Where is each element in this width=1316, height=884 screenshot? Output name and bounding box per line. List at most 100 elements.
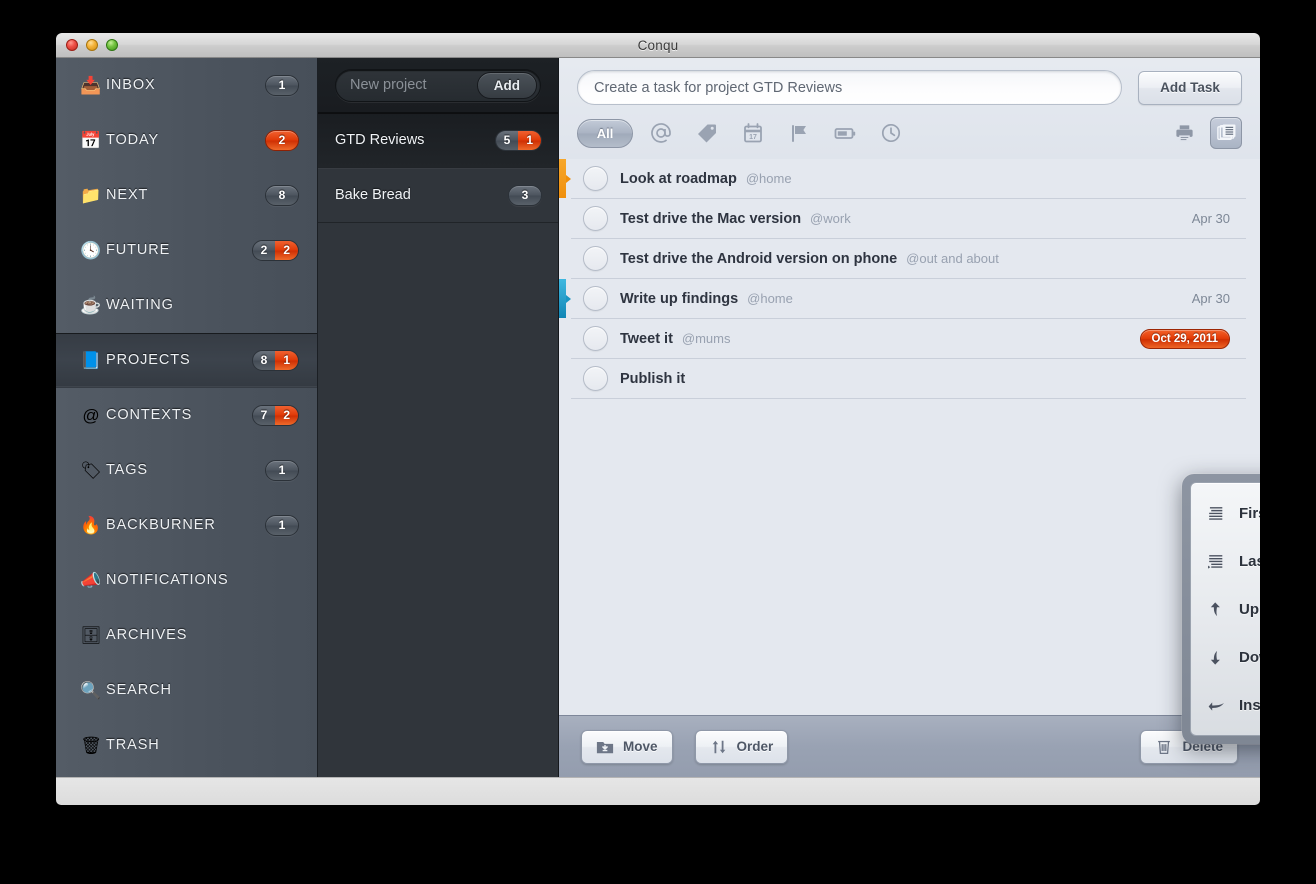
task-title: Tweet it: [620, 330, 673, 347]
sidebar-item-label: NEXT: [106, 187, 149, 203]
sidebar-item-notifications[interactable]: 📣 NOTIFICATIONS: [56, 553, 317, 608]
order-menu-item-insertafter[interactable]: Insert after...: [1191, 681, 1260, 729]
projects-panel: New project Add GTD Reviews 5 1 Bake Bread 3: [318, 58, 559, 777]
order-menu-item-label: Last: [1239, 552, 1260, 570]
move-button-label: Move: [623, 739, 658, 754]
badge-count-due: 2: [275, 405, 298, 425]
sidebar-item-label: TRASH: [106, 737, 160, 753]
tag-icon[interactable]: [689, 119, 725, 147]
project-list-item[interactable]: GTD Reviews 5 1: [318, 113, 558, 168]
order-popover: First Last Up Down Insert after...: [1182, 474, 1260, 744]
move-button[interactable]: Move: [581, 729, 673, 764]
badge-count-total: 2: [252, 240, 276, 260]
task-row[interactable]: Write up findings @home Apr 30: [559, 279, 1246, 319]
sidebar-item-projects[interactable]: 📘 PROJECTS 8 1: [56, 333, 317, 388]
task-context: @mums: [681, 331, 731, 346]
task-flag-marker: [559, 279, 571, 318]
badge-count-due: 1: [275, 350, 298, 370]
calendar-icon[interactable]: 17: [735, 119, 771, 147]
badge-count-due: 1: [518, 130, 541, 150]
project-name: Bake Bread: [335, 187, 411, 203]
project-list-item[interactable]: Bake Bread 3: [318, 168, 558, 223]
main-toolbar: Create a task for project GTD Reviews Ad…: [559, 58, 1260, 159]
task-row[interactable]: Test drive the Android version on phone @…: [571, 239, 1246, 279]
trash-can-icon: [1155, 737, 1173, 756]
flame-icon: 🔥: [80, 515, 102, 535]
task-checkbox[interactable]: [583, 326, 608, 351]
magnifier-icon: 🔍: [80, 680, 102, 700]
task-checkbox[interactable]: [583, 286, 608, 311]
sidebar-item-search[interactable]: 🔍 SEARCH: [56, 663, 317, 718]
task-row[interactable]: Look at roadmap @home: [559, 159, 1246, 199]
sidebar-item-label: NOTIFICATIONS: [106, 572, 229, 588]
clock-icon[interactable]: [873, 119, 909, 147]
badge-count-total: 8: [252, 350, 276, 370]
clock-icon: 🕓: [80, 240, 102, 260]
sidebar-item-contexts[interactable]: @ CONTEXTS 7 2: [56, 388, 317, 443]
create-task-input[interactable]: Create a task for project GTD Reviews: [577, 70, 1122, 105]
create-task-placeholder: Create a task for project GTD Reviews: [594, 79, 843, 96]
status-badge: 72: [251, 404, 299, 426]
app-window: Conqu 📥 INBOX 1 📅 TODAY 2 📁 NEXT 8 🕓 FUTURE 2 2 ☕ WAIT…: [56, 33, 1260, 805]
zoom-button[interactable]: [106, 39, 118, 51]
project-name: GTD Reviews: [335, 132, 425, 148]
new-project-field[interactable]: New project Add: [335, 68, 541, 102]
order-menu-item-label: Down: [1239, 648, 1260, 666]
badge-count-total: 5: [495, 130, 519, 150]
task-context: @out and about: [906, 251, 999, 266]
flag-icon[interactable]: [781, 119, 817, 147]
add-task-button[interactable]: Add Task: [1138, 70, 1242, 105]
archive-box-icon: 🗄: [80, 625, 102, 645]
task-row[interactable]: Tweet it @mums Oct 29, 2011: [571, 319, 1246, 359]
order-button[interactable]: Order: [694, 729, 789, 764]
window-titlebar: Conqu: [56, 33, 1260, 58]
task-checkbox[interactable]: [583, 246, 608, 271]
task-checkbox[interactable]: [583, 166, 608, 191]
status-badge: 81: [251, 349, 299, 371]
sidebar-item-waiting[interactable]: ☕ WAITING: [56, 278, 317, 333]
status-badge: 2: [265, 129, 299, 151]
sidebar-item-archives[interactable]: 🗄 ARCHIVES: [56, 608, 317, 663]
status-badge: 3: [508, 184, 542, 206]
minimize-button[interactable]: [86, 39, 98, 51]
task-title: Write up findings: [620, 290, 739, 307]
sidebar-item-future[interactable]: 🕓 FUTURE 2 2: [56, 223, 317, 278]
sidebar-badge-wrap: 1: [265, 459, 299, 481]
order-menu-item-first[interactable]: First: [1191, 489, 1260, 537]
folder-bookmark-icon: 📁: [80, 185, 102, 205]
filter-all-button[interactable]: All: [577, 118, 633, 148]
battery-icon[interactable]: [827, 119, 863, 147]
status-badge: 1: [265, 514, 299, 536]
sidebar-item-next[interactable]: 📁 NEXT 8: [56, 168, 317, 223]
new-project-header: New project Add: [318, 58, 558, 113]
order-updown-icon: [710, 738, 728, 756]
task-row[interactable]: Test drive the Mac version @work Apr 30: [571, 199, 1246, 239]
task-title: Publish it: [620, 370, 686, 387]
task-title: Test drive the Android version on phone: [620, 250, 898, 267]
sidebar-item-inbox[interactable]: 📥 INBOX 1: [56, 58, 317, 113]
list-view-icon[interactable]: [1210, 117, 1242, 149]
task-checkbox[interactable]: [583, 366, 608, 391]
order-menu-item-down[interactable]: Down: [1191, 633, 1260, 681]
order-menu-item-last[interactable]: Last: [1191, 537, 1260, 585]
status-badge: 51: [494, 129, 542, 151]
sidebar-item-backburner[interactable]: 🔥 BACKBURNER 1: [56, 498, 317, 553]
window-statusbar: [56, 777, 1260, 805]
task-row[interactable]: Publish it: [571, 359, 1246, 399]
printer-icon[interactable]: [1168, 117, 1200, 149]
sidebar-item-label: CONTEXTS: [106, 407, 193, 423]
task-context: @home: [745, 171, 792, 186]
task-checkbox[interactable]: [583, 206, 608, 231]
order-menu-item-up[interactable]: Up: [1191, 585, 1260, 633]
sidebar-badge-wrap: 22: [251, 239, 299, 261]
sidebar-item-tags[interactable]: 🏷 TAGS 1: [56, 443, 317, 498]
task-context: @home: [747, 291, 793, 306]
order-menu-item-label: Insert after...: [1239, 696, 1260, 714]
sidebar-item-today[interactable]: 📅 TODAY 2: [56, 113, 317, 168]
svg-text:17: 17: [749, 134, 757, 141]
project-book-icon: 📘: [80, 350, 102, 370]
add-project-button[interactable]: Add: [476, 71, 537, 99]
close-button[interactable]: [66, 39, 78, 51]
at-sign-icon[interactable]: [643, 119, 679, 147]
sidebar-item-trash[interactable]: 🗑 TRASH: [56, 718, 317, 773]
